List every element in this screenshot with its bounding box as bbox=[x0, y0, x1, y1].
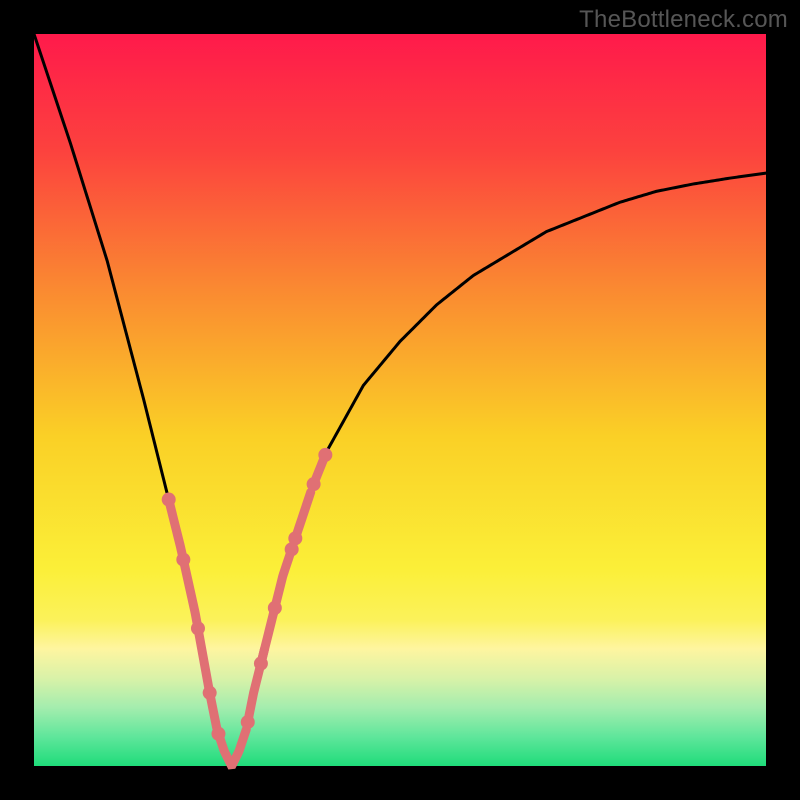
marker-dot bbox=[307, 477, 321, 491]
marker-dot bbox=[162, 493, 176, 507]
marker-dot bbox=[191, 621, 205, 635]
chart-svg bbox=[34, 34, 766, 766]
marker-dot bbox=[176, 553, 190, 567]
marker-segment bbox=[199, 632, 219, 733]
watermark-label: TheBottleneck.com bbox=[579, 6, 788, 34]
marker-dot bbox=[203, 686, 217, 700]
marker-dot bbox=[254, 657, 268, 671]
bottleneck-curve bbox=[34, 34, 766, 766]
marker-segment bbox=[261, 611, 274, 664]
marker-dot bbox=[241, 715, 255, 729]
marker-dot bbox=[211, 727, 225, 741]
marker-dot bbox=[288, 531, 302, 545]
marker-dot bbox=[268, 601, 282, 615]
marker-dot bbox=[318, 448, 332, 462]
marker-segment bbox=[169, 502, 182, 556]
marker-segment bbox=[184, 563, 197, 624]
chart-plot-area bbox=[34, 34, 766, 766]
chart-frame: TheBottleneck.com bbox=[0, 0, 800, 800]
